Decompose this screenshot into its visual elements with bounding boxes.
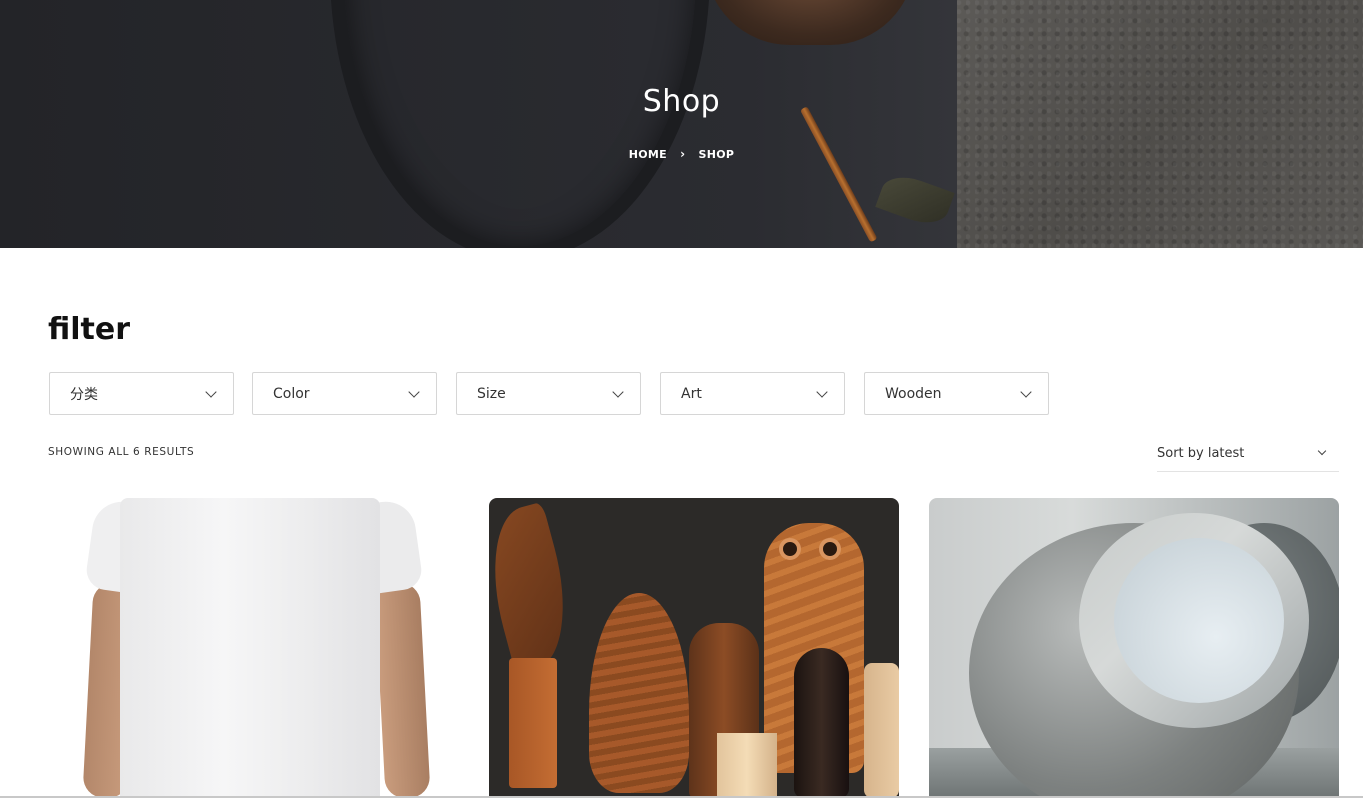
sculpture-inner bbox=[1114, 538, 1284, 703]
wooden-leaf-sculpture bbox=[489, 501, 584, 675]
chevron-right-icon: › bbox=[680, 147, 686, 161]
dropdown-label: Art bbox=[681, 385, 702, 402]
hero-plate-image bbox=[330, 0, 710, 248]
wooden-vase bbox=[589, 593, 689, 793]
hero-bowl-image bbox=[705, 0, 915, 45]
sort-select[interactable]: Sort by latest bbox=[1157, 436, 1339, 472]
dropdown-label: Wooden bbox=[885, 385, 942, 402]
chevron-down-icon bbox=[205, 386, 217, 398]
color-filter-dropdown[interactable]: Color bbox=[252, 372, 437, 415]
dropdown-label: Color bbox=[273, 385, 310, 402]
hero-banner: Shop HOME › SHOP bbox=[0, 0, 1363, 248]
size-filter-dropdown[interactable]: Size bbox=[456, 372, 641, 415]
art-filter-dropdown[interactable]: Art bbox=[660, 372, 845, 415]
product-card-wooden-art[interactable] bbox=[489, 498, 899, 798]
hero-chopstick-image bbox=[800, 106, 878, 243]
product-card-stone-sculpture[interactable] bbox=[929, 498, 1339, 798]
wooden-piece bbox=[864, 663, 899, 798]
chevron-down-icon bbox=[612, 386, 624, 398]
results-count: SHOWING ALL 6 RESULTS bbox=[48, 446, 195, 458]
product-card-tshirt[interactable] bbox=[48, 498, 458, 798]
wooden-hexagon bbox=[717, 733, 777, 798]
page-title: Shop bbox=[642, 84, 721, 119]
dropdown-label: 分类 bbox=[70, 386, 98, 403]
tshirt-image bbox=[120, 498, 380, 798]
wooden-filter-dropdown[interactable]: Wooden bbox=[864, 372, 1049, 415]
hero-texture-image bbox=[957, 0, 1363, 248]
chevron-down-icon bbox=[1020, 386, 1032, 398]
wooden-block bbox=[509, 658, 557, 788]
filter-heading: filter bbox=[48, 312, 131, 347]
chevron-down-icon bbox=[1317, 446, 1327, 456]
sort-label: Sort by latest bbox=[1157, 446, 1245, 461]
arm-right bbox=[374, 581, 431, 798]
breadcrumb-current: SHOP bbox=[698, 147, 735, 161]
owl-eye bbox=[779, 538, 801, 560]
breadcrumb-home-link[interactable]: HOME bbox=[629, 148, 667, 161]
chevron-down-icon bbox=[408, 386, 420, 398]
owl-eye bbox=[819, 538, 841, 560]
dark-wooden-figure bbox=[794, 648, 849, 798]
category-filter-dropdown[interactable]: 分类 bbox=[49, 372, 234, 415]
hero-leaf-image bbox=[875, 169, 955, 231]
dropdown-label: Size bbox=[477, 385, 506, 402]
breadcrumb: HOME › SHOP bbox=[0, 147, 1363, 161]
chevron-down-icon bbox=[816, 386, 828, 398]
